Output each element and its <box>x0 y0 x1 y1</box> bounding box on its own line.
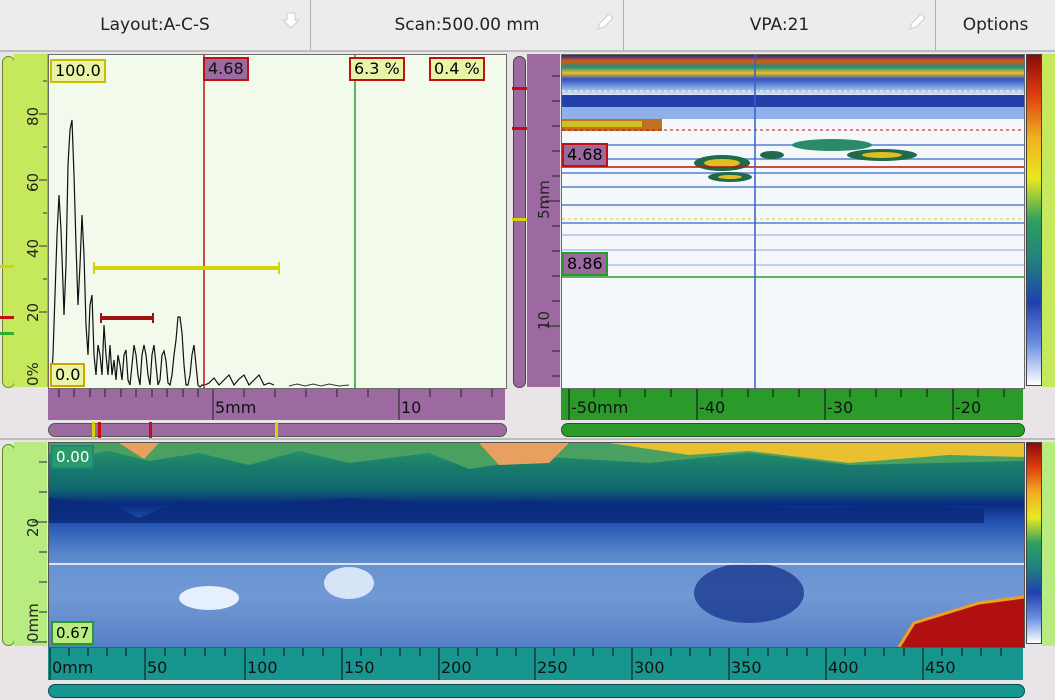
cscan-xtick: 300 <box>634 658 665 677</box>
pencil-icon <box>595 12 614 30</box>
readout-percent-2: 0.4 % <box>429 57 485 81</box>
sscan-cursor-label-2: 8.86 <box>562 252 608 276</box>
cscan-bottom-label: 0.67 <box>51 621 95 645</box>
sscan-left-scrollbar[interactable] <box>512 56 527 388</box>
readout-percent-1: 6.3 % <box>349 57 405 81</box>
top-toolbar: Layout:A-C-S Scan:500.00 mm VPA:21 Optio… <box>0 0 1055 52</box>
layout-button[interactable]: Layout:A-C-S <box>0 0 311 50</box>
sscan-depth-tick: 10 <box>535 310 553 330</box>
cscan-xtick: 350 <box>731 658 762 677</box>
ascan-ytick: 20 <box>24 302 42 322</box>
cscan-bottom-scrollbar[interactable] <box>48 684 1025 698</box>
gate-a-marker[interactable] <box>0 265 14 268</box>
ascan-xtick: 10 <box>401 398 422 417</box>
cscan-xtick: 100 <box>247 658 278 677</box>
sscan-cursor-label-1: 4.68 <box>562 143 608 167</box>
ascan-xtick: 5mm <box>215 398 257 417</box>
amplitude-top-label: 100.0 <box>50 59 106 83</box>
red-cursor-marker[interactable] <box>149 422 152 438</box>
sscan-depth-ruler: 5mm 10 <box>527 54 560 387</box>
cscan-image[interactable]: 0.00 0.67 <box>48 442 1025 648</box>
yellow-cursor-marker[interactable] <box>275 422 278 438</box>
ascan-ytick: 40 <box>24 238 42 258</box>
ascan-x-axis: 5mm 10 <box>48 389 505 420</box>
vpa-button[interactable]: VPA:21 <box>624 0 936 50</box>
sscan-xtick: -30 <box>827 398 854 417</box>
layout-label: Layout:A-C-S <box>100 15 210 35</box>
cscan-ytick: 0mm <box>24 603 42 642</box>
cscan-right-ruler <box>1042 442 1055 646</box>
ascan-amplitude-ruler: 80 60 40 20 0% <box>14 54 48 387</box>
sscan-image[interactable]: 4.68 8.86 <box>561 54 1025 389</box>
sscan-xtick: -40 <box>699 398 726 417</box>
options-button[interactable]: Options <box>936 0 1055 50</box>
pencil-icon <box>907 12 926 30</box>
cscan-xtick: 150 <box>344 658 375 677</box>
ascan-ytick: 60 <box>24 172 42 192</box>
cscan-xtick: 400 <box>828 658 859 677</box>
ascan-bottom-scrollbar[interactable] <box>48 422 507 438</box>
gate-i-marker[interactable] <box>0 332 14 335</box>
sscan-bottom-scrollbar[interactable] <box>561 423 1025 437</box>
cscan-x-axis: 0mm 50 100 150 200 250 300 350 400 450 <box>48 648 1023 680</box>
cscan-ytick: 20 <box>24 517 42 537</box>
scan-button[interactable]: Scan:500.00 mm <box>311 0 624 50</box>
sscan-xtick: -20 <box>955 398 982 417</box>
options-label: Options <box>962 15 1029 35</box>
amplitude-bottom-label: 0.0 <box>50 363 86 387</box>
yellow-cursor-marker[interactable] <box>92 422 95 438</box>
cscan-y-ruler: 20 0mm <box>14 442 47 646</box>
cscan-colorbar <box>1026 442 1042 644</box>
cscan-xtick: 250 <box>537 658 568 677</box>
ascan-plot[interactable]: 100.0 0.0 4.68 6.3 % 0.4 % <box>48 54 507 389</box>
cscan-xtick: 450 <box>925 658 956 677</box>
ascan-ytick: 80 <box>24 106 42 126</box>
cscan-xtick: 50 <box>147 658 168 677</box>
gate-position-label: 4.68 <box>203 57 249 81</box>
sscan-right-ruler <box>1042 54 1055 387</box>
download-arrow-icon <box>281 12 301 30</box>
sscan-xtick: -50mm <box>571 398 629 417</box>
red-cursor-marker[interactable] <box>98 422 101 438</box>
vpa-label: VPA:21 <box>749 15 810 35</box>
sscan-x-axis: -50mm -40 -30 -20 <box>561 389 1023 420</box>
cscan-xtick: 0mm <box>52 658 94 677</box>
sscan-colorbar <box>1026 54 1042 386</box>
cscan-top-label: 0.00 <box>51 445 95 469</box>
gate-b-marker[interactable] <box>0 316 14 319</box>
ascan-ytick: 0% <box>24 362 42 386</box>
pane-divider <box>0 438 1055 440</box>
sscan-depth-tick: 5mm <box>535 180 553 219</box>
scan-label: Scan:500.00 mm <box>394 15 540 35</box>
cscan-xtick: 200 <box>441 658 472 677</box>
